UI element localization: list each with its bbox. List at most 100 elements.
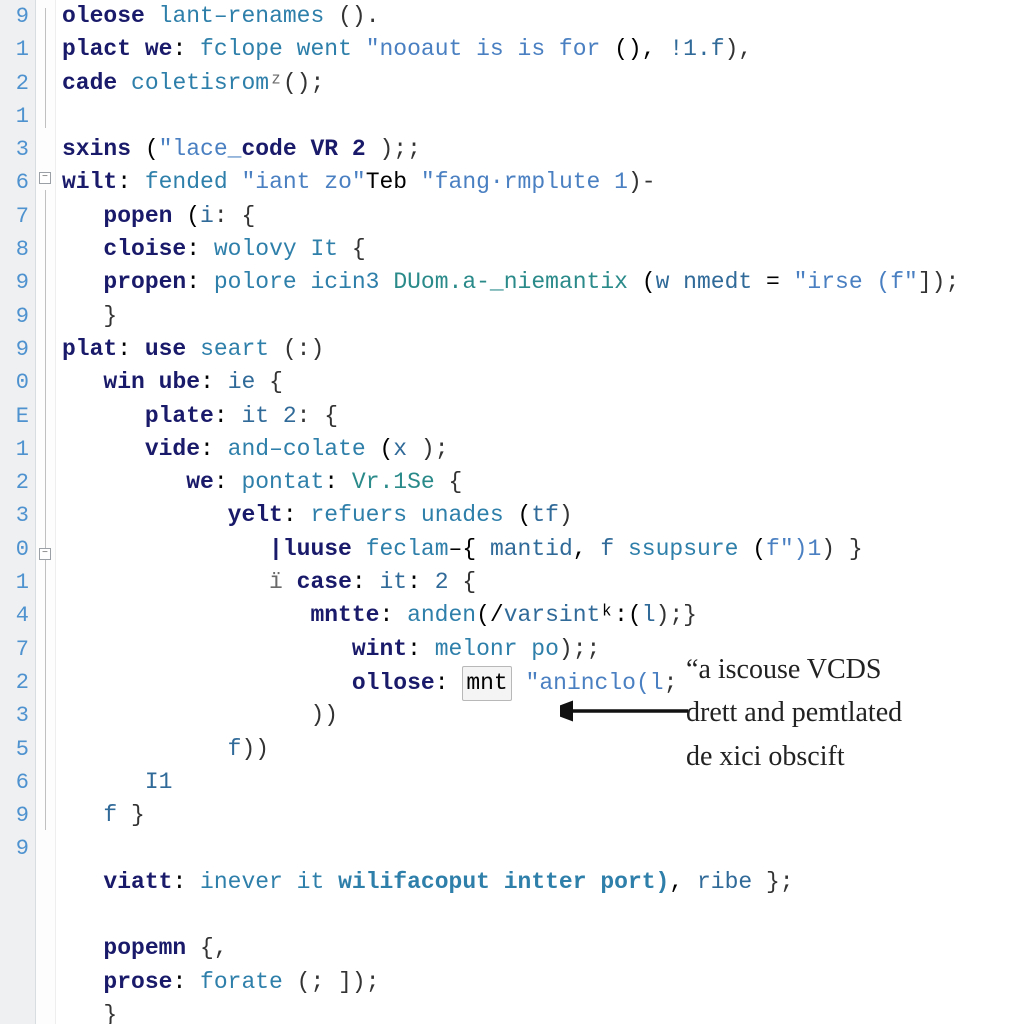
code-line[interactable]: } <box>62 300 1024 333</box>
code-token: {, <box>186 935 227 961</box>
fold-toggle[interactable]: − <box>39 172 51 184</box>
code-token: use <box>145 336 186 362</box>
code-token: : <box>283 502 311 528</box>
code-token: ); <box>407 436 448 462</box>
code-token: (; ]); <box>283 969 380 995</box>
code-token: ï <box>269 569 297 595</box>
code-token: ( <box>366 436 394 462</box>
code-token: { <box>435 469 463 495</box>
code-token: (). <box>338 3 379 29</box>
code-line[interactable]: win ube: ie { <box>62 366 1024 399</box>
code-token: }; <box>752 869 793 895</box>
line-number: E <box>0 400 35 433</box>
code-line[interactable]: plate: it 2: { <box>62 400 1024 433</box>
code-line[interactable]: } <box>62 999 1024 1024</box>
code-token: = <box>752 269 793 295</box>
code-token <box>117 70 131 96</box>
code-token: i <box>200 203 214 229</box>
code-token: );} <box>656 602 697 628</box>
code-token: : <box>407 569 435 595</box>
code-token: vide <box>145 436 200 462</box>
line-number: 2 <box>0 666 35 699</box>
code-token: cloise <box>103 236 186 262</box>
code-line[interactable]: oleose lant–renames (). <box>62 0 1024 33</box>
code-token <box>352 536 366 562</box>
code-token: yelt <box>228 502 283 528</box>
code-token: forate <box>200 969 283 995</box>
code-token: we <box>186 469 214 495</box>
code-token: ]); <box>918 269 959 295</box>
line-number: 9 <box>0 266 35 299</box>
code-line[interactable]: wilt: fended "iant zo"Teb "fang·rmplute … <box>62 166 1024 199</box>
line-number: 2 <box>0 466 35 499</box>
fold-guide-line <box>45 190 46 830</box>
code-line[interactable]: cade coletisromᶻ(); <box>62 67 1024 100</box>
code-token <box>324 869 338 895</box>
code-token: : { <box>297 403 338 429</box>
code-token: cade <box>62 70 117 96</box>
code-token: anden <box>407 602 476 628</box>
code-token: prose <box>103 969 172 995</box>
code-line[interactable]: ï case: it: 2 { <box>62 566 1024 599</box>
code-line[interactable]: popen (i: { <box>62 200 1024 233</box>
code-line[interactable]: |luuse feclam–{ mantid, f ssupsure (f")1… <box>62 533 1024 566</box>
code-token: : <box>117 169 145 195</box>
fold-toggle[interactable]: − <box>39 548 51 560</box>
code-token: : <box>172 36 200 62</box>
code-token: lant <box>159 3 214 29</box>
code-line[interactable]: yelt: refuers unades (tf) <box>62 499 1024 532</box>
code-line[interactable]: sxins ("lace_code VR 2 );; <box>62 133 1024 166</box>
code-token: )- <box>628 169 656 195</box>
code-line[interactable] <box>62 832 1024 865</box>
line-number: 9 <box>0 832 35 865</box>
code-line[interactable]: we: pontat: Vr.1Se { <box>62 466 1024 499</box>
code-line[interactable]: plact we: fclope went "nooaut is is for … <box>62 33 1024 66</box>
code-token: DUom.a-_niemantix <box>393 269 628 295</box>
code-token: ube <box>159 369 200 395</box>
code-token: case <box>297 569 352 595</box>
code-token <box>228 169 242 195</box>
code-line[interactable]: cloise: wolovy It { <box>62 233 1024 266</box>
code-token: f <box>600 536 614 562</box>
code-token: ) } <box>821 536 862 562</box>
code-line[interactable]: viatt: inever it wilifacoput intter port… <box>62 866 1024 899</box>
code-editor-viewport[interactable]: oleose lant–renames ().plact we: fclope … <box>56 0 1024 1024</box>
code-token: f <box>103 802 131 828</box>
code-token: wint <box>352 636 407 662</box>
fold-gutter[interactable]: −− <box>36 0 56 1024</box>
code-token: : <box>117 336 145 362</box>
code-line[interactable]: plat: use seart (:) <box>62 333 1024 366</box>
line-number: 1 <box>0 566 35 599</box>
code-line[interactable]: f } <box>62 799 1024 832</box>
code-line[interactable] <box>62 899 1024 932</box>
code-line[interactable]: propen: polore icin3 DUom.a-_niemantix (… <box>62 266 1024 299</box>
code-token: ( <box>504 502 532 528</box>
code-token: : <box>324 469 352 495</box>
line-number: 8 <box>0 233 35 266</box>
code-token: } <box>103 1002 117 1024</box>
code-token: "iant zo" <box>241 169 365 195</box>
code-token <box>380 269 394 295</box>
code-token: f")1 <box>766 536 821 562</box>
code-token: feclam <box>366 536 449 562</box>
code-token: : <box>186 269 214 295</box>
code-token: l <box>642 602 656 628</box>
code-token <box>449 670 463 696</box>
code-token: propen <box>103 269 186 295</box>
code-line[interactable]: prose: forate (; ]); <box>62 966 1024 999</box>
code-line[interactable]: popemn {, <box>62 932 1024 965</box>
code-line[interactable]: vide: and–colate (x ); <box>62 433 1024 466</box>
line-number: 9 <box>0 799 35 832</box>
code-token: ( <box>172 203 200 229</box>
code-token: "irse (f" <box>794 269 918 295</box>
code-line[interactable]: mntte: anden(/varsintᵏ:(l);} <box>62 599 1024 632</box>
line-number: 9 <box>0 0 35 33</box>
code-token: I1 <box>145 769 173 795</box>
code-token: : <box>172 969 200 995</box>
annotation-callout: “a iscouse VCDS drett and pemtlated de x… <box>686 648 1016 778</box>
code-line[interactable] <box>62 100 1024 133</box>
line-number: 0 <box>0 366 35 399</box>
code-token: "aninclo(l <box>526 670 664 696</box>
code-token: ) <box>559 502 573 528</box>
line-number: 4 <box>0 599 35 632</box>
